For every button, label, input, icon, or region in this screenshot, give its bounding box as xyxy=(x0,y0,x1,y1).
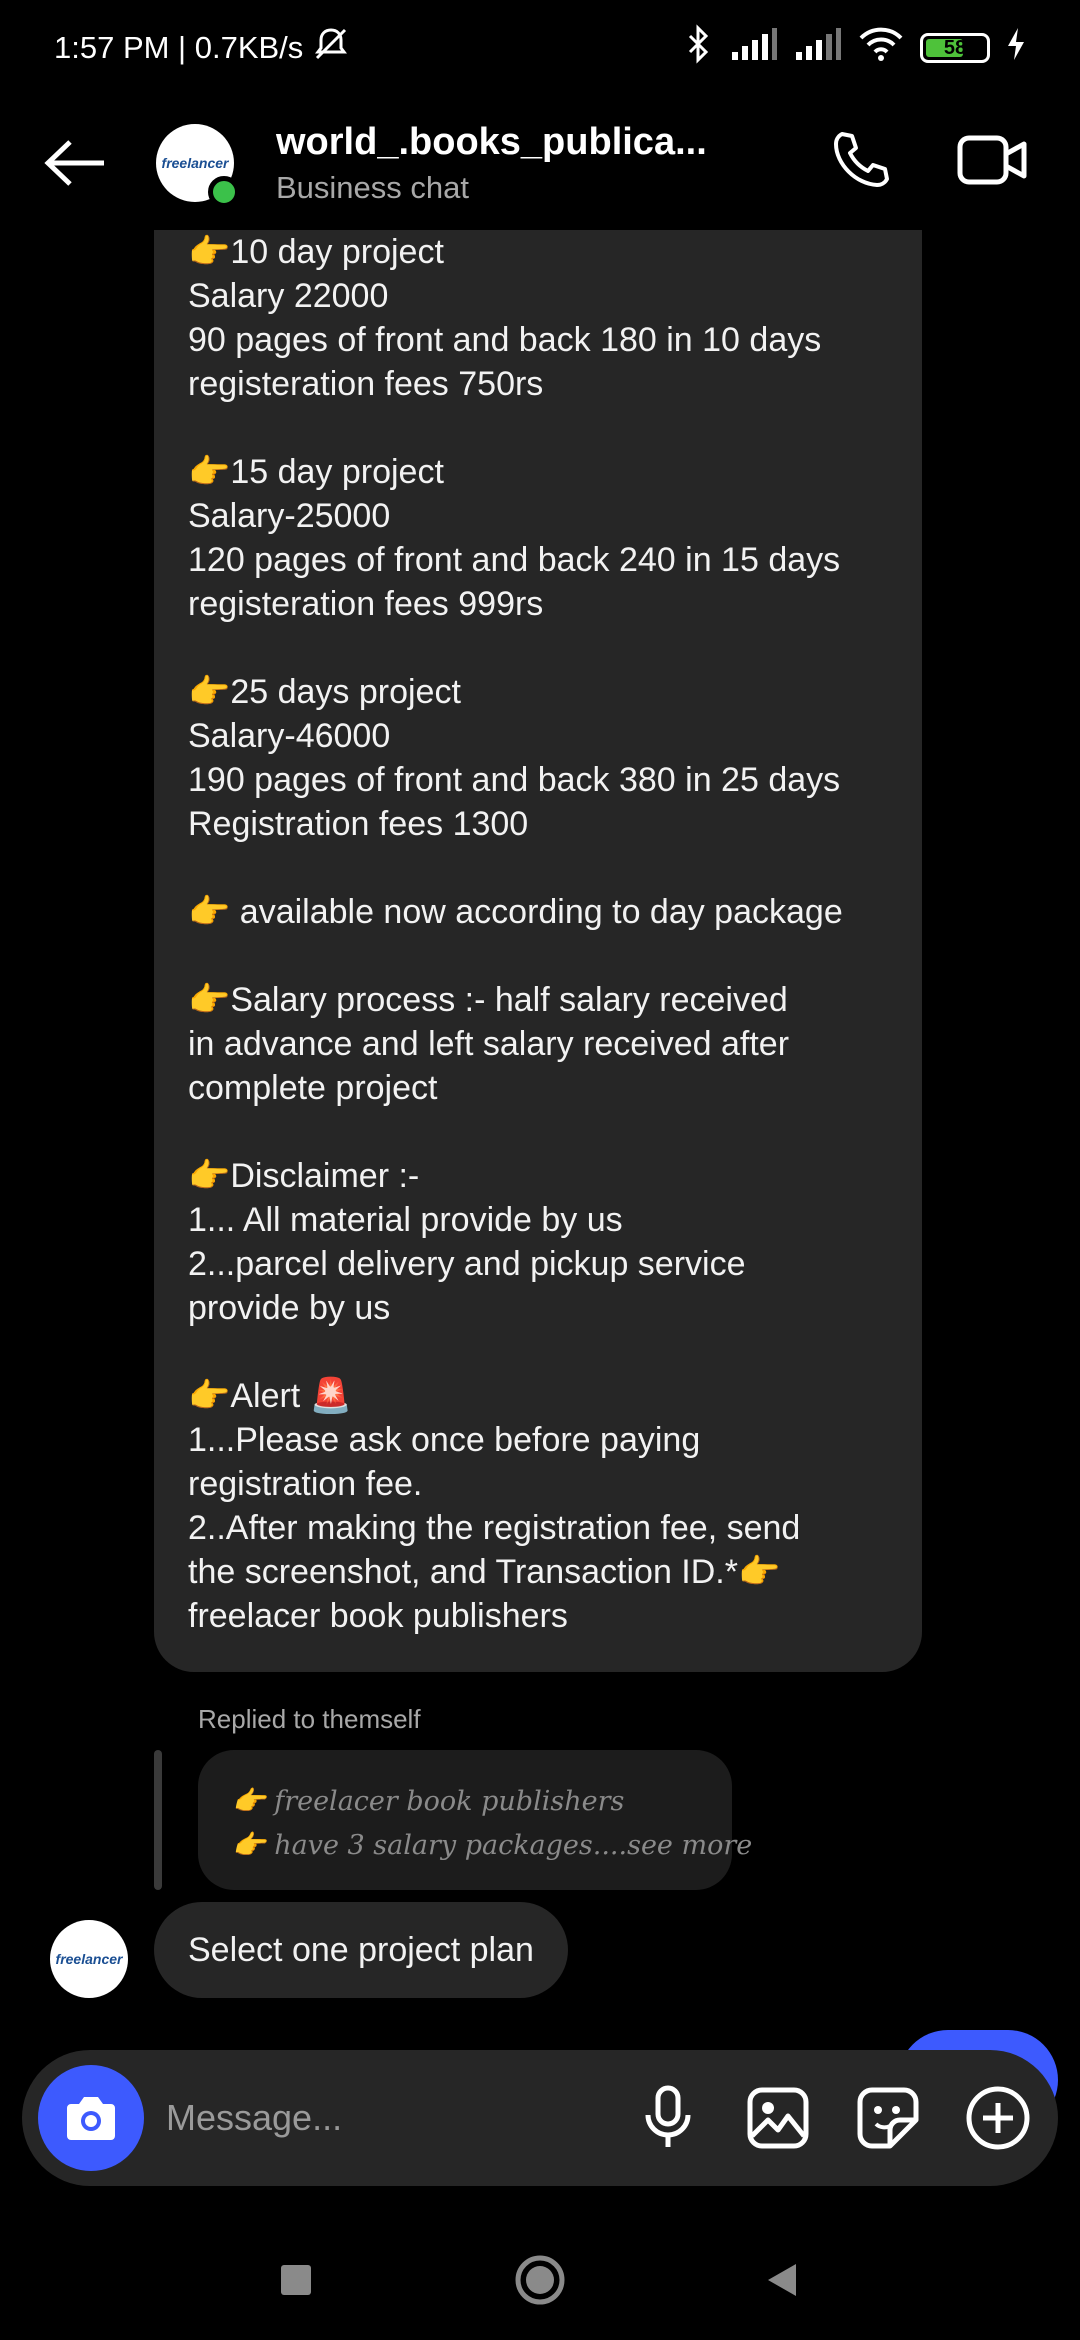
chat-header: freelancer world_.books_publica... Busin… xyxy=(0,96,1080,230)
message-line: registration fee. xyxy=(188,1465,423,1503)
chat-subtitle: Business chat xyxy=(276,169,469,205)
message-line: 120 pages of front and back 240 in 15 da… xyxy=(188,541,841,579)
message-gap xyxy=(188,934,888,978)
replied-label: Replied to themself xyxy=(198,1704,421,1734)
plus-icon[interactable] xyxy=(958,2078,1038,2158)
chat-title[interactable]: world_.books_publica... xyxy=(276,121,707,164)
avatar-logo: freelancer xyxy=(161,155,229,171)
home-icon[interactable] xyxy=(500,2240,580,2320)
message-text: Select one project plan xyxy=(188,1930,534,1969)
message-line: 👉25 days project xyxy=(188,673,461,711)
battery-level: 58 xyxy=(943,36,967,59)
message-line: 👉Disclaimer :- xyxy=(188,1157,420,1195)
status-bar: 1:57 PM | 0.7KB/s 58 xyxy=(0,0,1080,96)
message-gap xyxy=(188,626,888,670)
message-line: the screenshot, and Transaction ID.*👉 xyxy=(188,1553,781,1591)
gallery-icon[interactable] xyxy=(738,2078,818,2158)
message-gap xyxy=(188,846,888,890)
message-line: 👉Salary process :- half salary received xyxy=(188,981,788,1019)
message-line: 1... All material provide by us xyxy=(188,1201,623,1239)
message-line: 90 pages of front and back 180 in 10 day… xyxy=(188,321,822,359)
message-gap xyxy=(188,1110,888,1154)
message-line: 👉Alert 🚨 xyxy=(188,1377,353,1415)
message-line: registeration fees 999rs xyxy=(188,585,544,623)
back-icon[interactable] xyxy=(742,2240,822,2320)
message-gap xyxy=(188,406,888,450)
message-line: Salary 22000 xyxy=(188,277,389,315)
message-line: complete project xyxy=(188,1069,438,1107)
mute-icon xyxy=(311,24,351,72)
microphone-icon[interactable] xyxy=(628,2078,708,2158)
message-input[interactable] xyxy=(166,2078,586,2158)
message-line: 2..After making the registration fee, se… xyxy=(188,1509,801,1547)
message-line: 👉10 day project xyxy=(188,233,444,271)
message-bubble[interactable]: 👉10 day project Salary 22000 90 pages of f… xyxy=(154,230,922,1672)
message-line: Salary-25000 xyxy=(188,497,391,535)
signal-icon xyxy=(794,26,842,70)
message-composer xyxy=(22,2050,1058,2186)
signal-icon xyxy=(730,26,778,70)
message-line: Salary-46000 xyxy=(188,717,391,755)
message-line: 👉 available now according to day package xyxy=(188,893,843,931)
online-indicator xyxy=(208,176,240,208)
message-line: in advance and left salary received afte… xyxy=(188,1025,790,1063)
message-gap xyxy=(188,1330,888,1374)
reply-line: 👉 have 3 salary packages....see more xyxy=(232,1830,753,1861)
battery-icon: 58 xyxy=(920,33,990,63)
reply-line: 👉 freelacer book publishers xyxy=(232,1786,625,1817)
sender-avatar[interactable]: freelancer xyxy=(50,1920,128,1998)
message-line: 1...Please ask once before paying xyxy=(188,1421,701,1459)
message-line: freelacer book publishers xyxy=(188,1597,568,1635)
phone-icon[interactable] xyxy=(820,120,900,200)
charging-icon xyxy=(1006,26,1026,70)
message-line: provide by us xyxy=(188,1289,391,1327)
bluetooth-icon xyxy=(684,24,714,72)
reply-bar xyxy=(154,1750,162,1890)
sticker-icon[interactable] xyxy=(848,2078,928,2158)
video-icon[interactable] xyxy=(952,120,1032,200)
camera-icon[interactable] xyxy=(38,2065,144,2171)
back-arrow-icon[interactable] xyxy=(36,123,116,203)
status-time: 1:57 PM | 0.7KB/s xyxy=(54,30,304,65)
recents-icon[interactable] xyxy=(256,2240,336,2320)
message-line: Registration fees 1300 xyxy=(188,805,529,843)
reply-preview[interactable]: 👉 freelacer book publishers 👉 have 3 sal… xyxy=(198,1750,753,1890)
navigation-bar xyxy=(0,2220,1080,2340)
message-bubble[interactable]: Select one project plan xyxy=(154,1902,568,1998)
avatar-logo: freelancer xyxy=(55,1951,123,1967)
message-line: 👉15 day project xyxy=(188,453,444,491)
wifi-icon xyxy=(858,26,904,70)
message-line: registeration fees 750rs xyxy=(188,365,544,403)
message-line: 2...parcel delivery and pickup service xyxy=(188,1245,746,1283)
avatar[interactable]: freelancer xyxy=(156,124,240,208)
message-line: 190 pages of front and back 380 in 25 da… xyxy=(188,761,841,799)
